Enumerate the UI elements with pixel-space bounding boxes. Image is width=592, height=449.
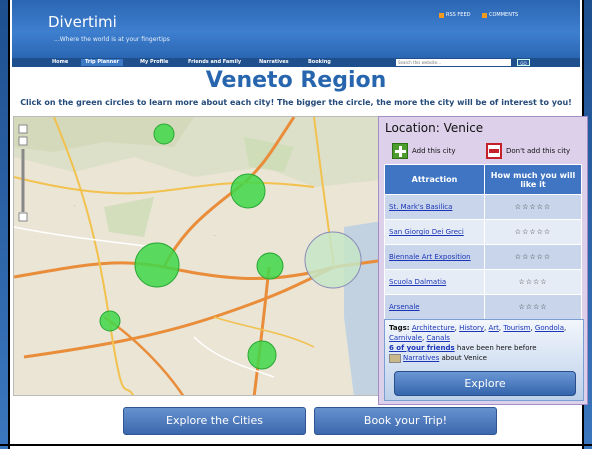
rss-feed-link[interactable]: RSS FEED	[439, 12, 470, 18]
city-circle[interactable]	[153, 123, 175, 145]
nav-trip-planner[interactable]: Trip Planner	[81, 59, 124, 66]
city-circle[interactable]	[99, 310, 121, 332]
add-city-label: Add this city	[412, 147, 456, 155]
page-instructions: Click on the green circles to learn more…	[20, 98, 572, 107]
table-row: Biennale Art Exposition ☆☆☆☆☆	[384, 244, 582, 270]
table-row: San Giorgio Dei Greci ☆☆☆☆☆	[384, 219, 582, 245]
rss-icon	[482, 12, 487, 18]
table-row: Arsenale ☆☆☆☆	[384, 294, 582, 320]
tag-link[interactable]: Gondola	[535, 324, 564, 332]
tag-link[interactable]: Canals	[426, 334, 450, 342]
column-header-rating: How much you will like it	[484, 164, 582, 195]
city-circle[interactable]	[247, 340, 277, 370]
nav-friends-family[interactable]: Friends and Family	[188, 59, 241, 65]
city-circle[interactable]	[134, 242, 180, 288]
column-header-attraction: Attraction	[384, 164, 485, 195]
dont-add-city-label: Don't add this city	[506, 147, 571, 155]
minus-icon	[486, 143, 502, 159]
dont-add-city-option[interactable]: Don't add this city	[486, 143, 570, 159]
attraction-link[interactable]: Scuola Dalmatia	[389, 278, 446, 286]
rss-feed-label: RSS FEED	[446, 12, 471, 18]
tag-link[interactable]: Architecture	[412, 324, 455, 332]
star-rating: ☆☆☆☆☆	[484, 219, 582, 245]
svg-text:·: ·	[214, 233, 215, 238]
tag-link[interactable]: Tourism	[503, 324, 530, 332]
comments-label: COMMENTS	[489, 12, 519, 18]
site-logo[interactable]: Divertimi	[48, 13, 117, 31]
svg-text:·: ·	[74, 203, 75, 208]
star-rating: ☆☆☆☆	[484, 269, 582, 295]
table-row: Scuola Dalmatia ☆☆☆☆	[384, 269, 582, 295]
main-nav: Home Trip Planner My Profile Friends and…	[12, 58, 580, 67]
city-circle[interactable]	[230, 173, 266, 209]
add-city-option[interactable]: Add this city	[392, 143, 455, 159]
tag-link[interactable]: History	[459, 324, 484, 332]
location-label: Location: Venice	[385, 121, 484, 135]
left-frame-bar	[0, 0, 10, 449]
narratives-thumbnail-icon	[389, 353, 401, 363]
rss-icon	[439, 12, 444, 18]
star-rating: ☆☆☆☆☆	[484, 194, 582, 220]
attraction-link[interactable]: San Giorgio Dei Greci	[389, 228, 464, 236]
tag-link[interactable]: Art	[488, 324, 498, 332]
nav-booking[interactable]: Booking	[308, 59, 331, 65]
tags-box: Tags: Architecture, History, Art, Touris…	[384, 319, 584, 401]
friends-link[interactable]: 6 of your friends	[389, 344, 455, 352]
explore-cities-button[interactable]: Explore the Cities	[123, 407, 306, 435]
tags-label: Tags:	[389, 324, 410, 332]
page: Divertimi ...Where the world is at your …	[0, 0, 592, 449]
map-canvas: · ·	[14, 117, 405, 395]
city-popup: Location: Venice Add this city Don't add…	[378, 116, 588, 405]
comments-link[interactable]: COMMENTS	[482, 12, 518, 18]
star-rating: ☆☆☆☆	[484, 294, 582, 320]
attraction-link[interactable]: Arsenale	[389, 303, 420, 311]
attractions-table: Attraction How much you will like it St.…	[384, 164, 582, 320]
star-rating: ☆☆☆☆☆	[484, 244, 582, 270]
table-row: St. Mark's Basilica ☆☆☆☆☆	[384, 194, 582, 220]
attraction-link[interactable]: Biennale Art Exposition	[389, 253, 471, 261]
nav-narratives[interactable]: Narratives	[259, 59, 289, 65]
book-trip-button[interactable]: Book your Trip!	[314, 407, 497, 435]
attraction-link[interactable]: St. Mark's Basilica	[389, 203, 452, 211]
friends-text: have been here before	[454, 344, 537, 352]
search-go-button[interactable]: GO	[517, 59, 530, 66]
nav-my-profile[interactable]: My Profile	[140, 59, 168, 65]
nav-home[interactable]: Home	[52, 59, 68, 65]
city-circle-venice[interactable]	[304, 231, 362, 289]
tag-link[interactable]: Carnivale	[389, 334, 422, 342]
region-map[interactable]: · ·	[13, 116, 406, 396]
site-header: Divertimi ...Where the world is at your …	[12, 0, 580, 58]
site-tagline: ...Where the world is at your fingertips	[54, 36, 170, 43]
bottom-border	[0, 444, 592, 446]
narratives-link[interactable]: Narratives	[403, 354, 439, 362]
page-title: Veneto Region	[205, 68, 387, 93]
narratives-text: about Venice	[439, 354, 487, 362]
plus-icon	[392, 143, 408, 159]
search-input[interactable]: Search this website...	[396, 59, 511, 66]
explore-button[interactable]: Explore	[394, 371, 576, 396]
city-circle[interactable]	[256, 252, 284, 280]
